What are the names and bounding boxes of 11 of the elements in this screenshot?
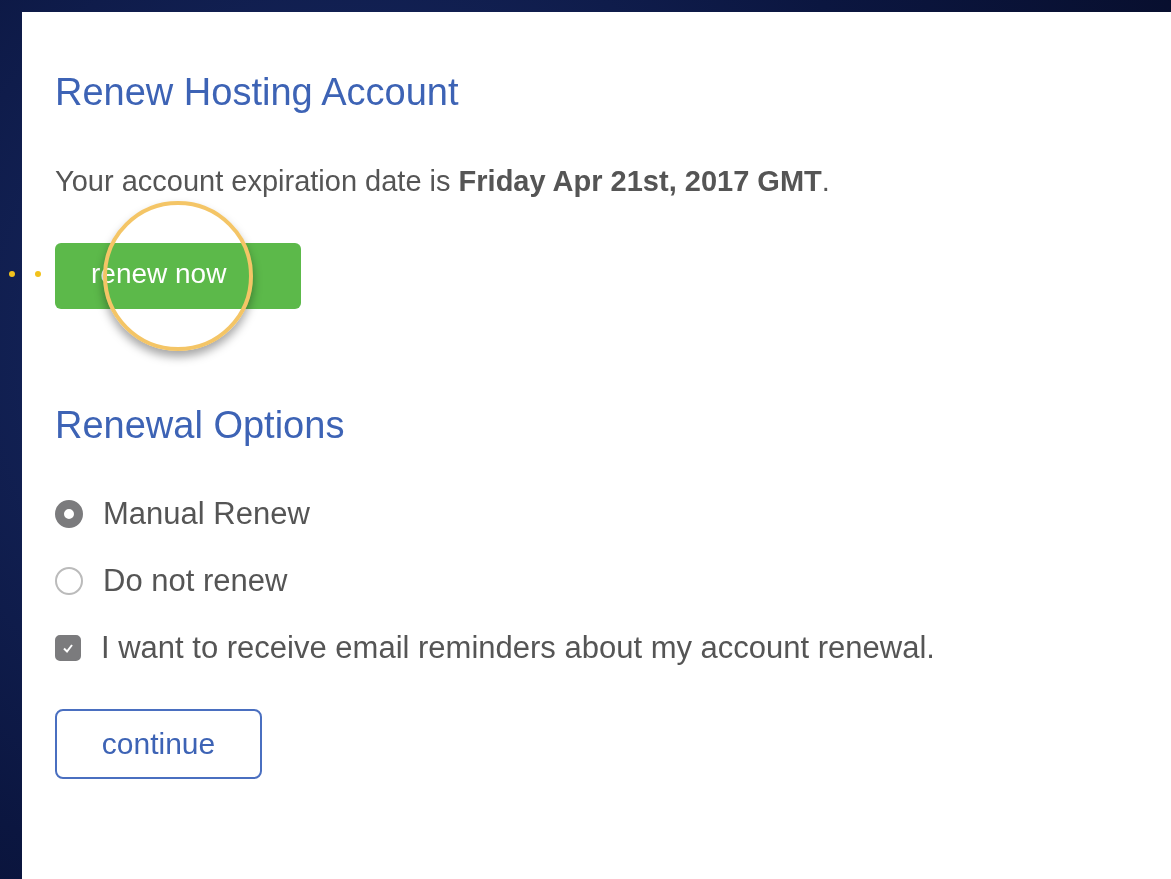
radio-button[interactable] bbox=[55, 500, 83, 528]
expiration-text: Your account expiration date is Friday Apr 21st, 2017 GMT. bbox=[55, 164, 831, 198]
leader-dots bbox=[8, 270, 42, 278]
page-heading: Renew Hosting Account bbox=[55, 70, 460, 114]
continue-button[interactable]: continue bbox=[55, 709, 262, 779]
option-label: Manual Renew bbox=[103, 496, 310, 532]
section-heading: Renewal Options bbox=[55, 403, 346, 447]
option-label: Do not renew bbox=[103, 563, 288, 599]
option-label: I want to receive email reminders about my account renewal. bbox=[101, 630, 935, 666]
checkbox[interactable] bbox=[55, 635, 81, 661]
radio-button[interactable] bbox=[55, 567, 83, 595]
